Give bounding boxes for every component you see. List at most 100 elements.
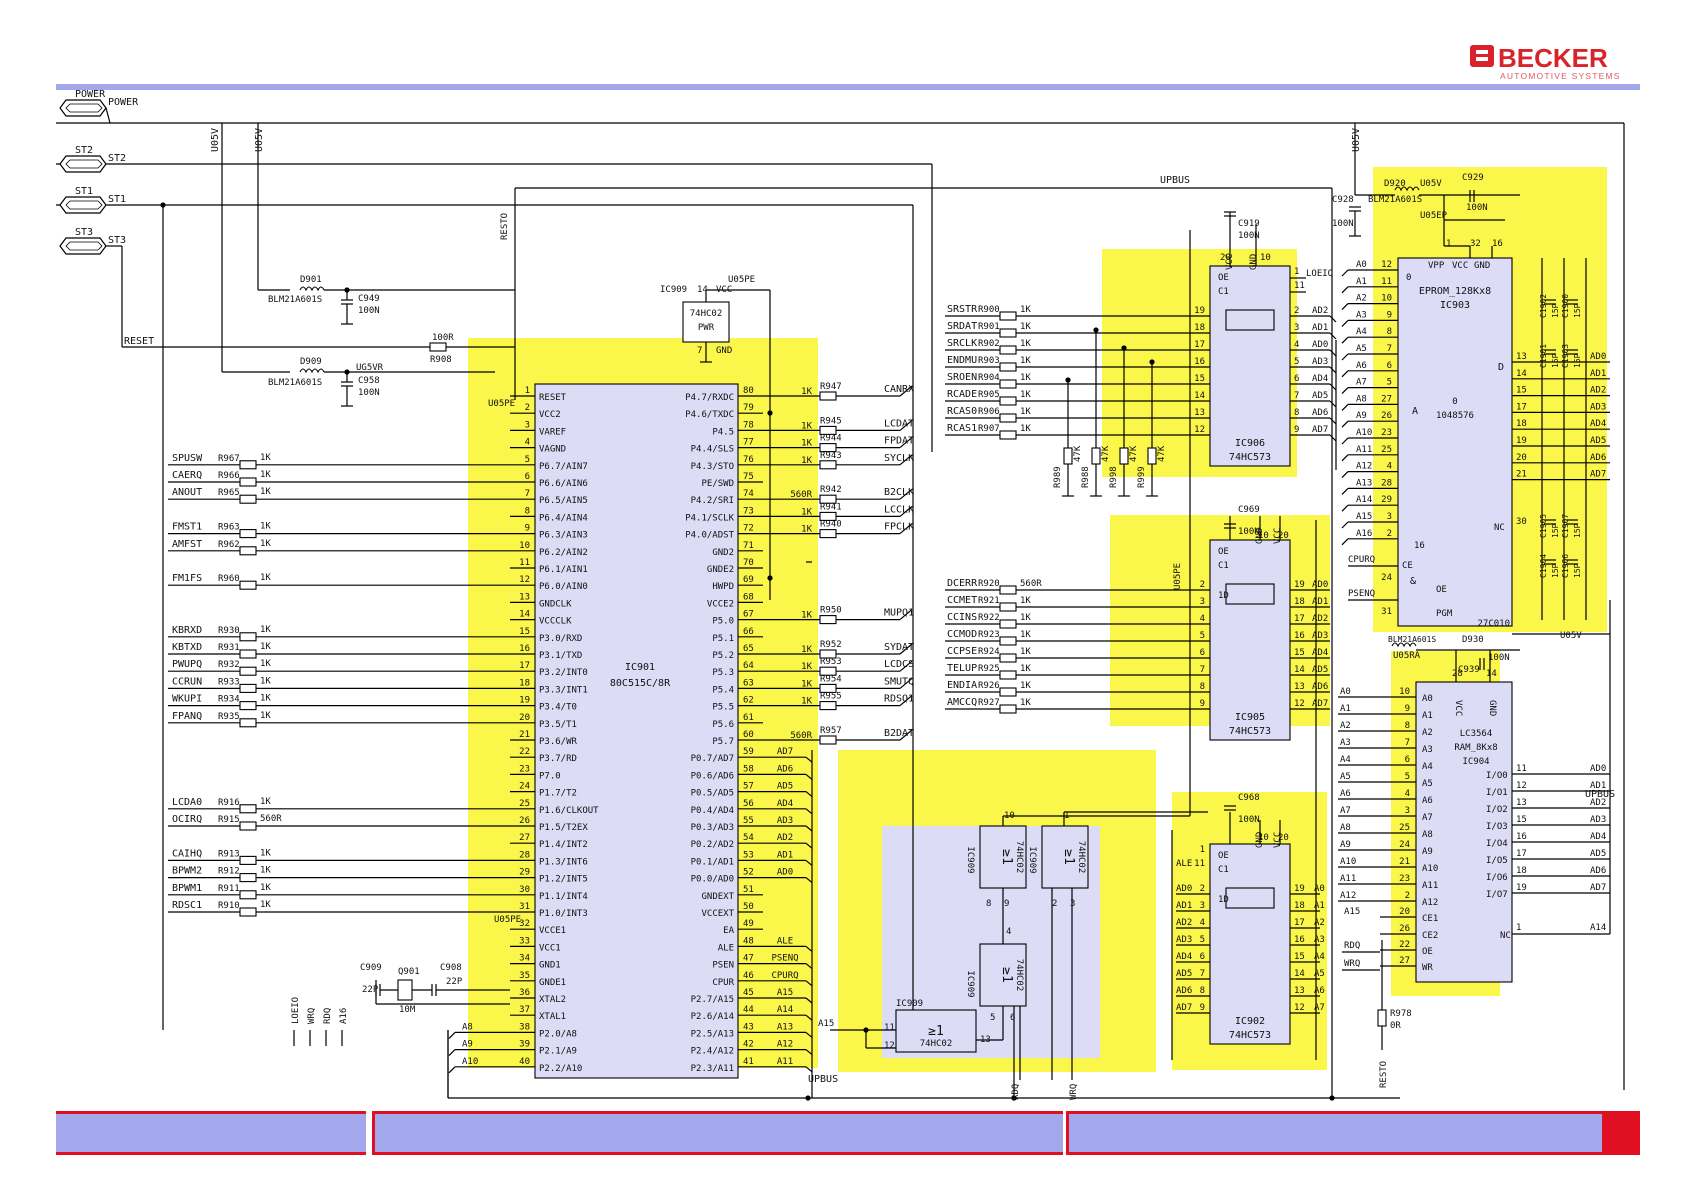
ic903-data-net: AD2 — [1590, 386, 1606, 396]
gate-4-part: 74HC02 — [920, 1039, 953, 1049]
ic901-pin-name: P2.5/A13 — [691, 1029, 734, 1039]
ic904-data-net: AD5 — [1590, 849, 1606, 859]
ic903-data-net: AD3 — [1590, 402, 1606, 412]
ic901-pin-number: 12 — [519, 575, 530, 585]
junction-dot — [1065, 377, 1071, 383]
c928-val: 100N — [1332, 219, 1354, 229]
ic901-pin-name: P3.4/T0 — [539, 703, 577, 713]
ic901-pin-number: 47 — [743, 954, 754, 964]
resistor-r930 — [239, 632, 257, 642]
u05v-label: U05V — [210, 128, 221, 152]
resistor-val: 1K — [260, 625, 271, 635]
latch-pin: 6 — [1200, 648, 1205, 658]
ic904-pin: 18 — [1516, 866, 1527, 876]
latch-pin: 15 — [1194, 374, 1205, 384]
ic901-pin-number: 67 — [743, 610, 754, 620]
ic901-pin-name: P2.1/A9 — [539, 1047, 577, 1057]
ic904-pin: 22 — [1399, 940, 1410, 950]
ic901-pin-name: P5.4 — [712, 685, 734, 695]
ic904-control: WR — [1422, 963, 1433, 973]
ic904-addr-name: A9 — [1422, 847, 1433, 857]
r978-val: 0R — [1390, 1021, 1401, 1031]
ic901-pin-number: 24 — [519, 782, 530, 792]
resistor-val: 560R — [790, 731, 812, 741]
ic901-pin-number: 2 — [525, 403, 530, 413]
resistor-r924 — [999, 653, 1017, 663]
resistor-val: 1K — [260, 848, 271, 858]
ic901-pin-name: P0.1/AD1 — [691, 857, 734, 867]
ic901-pin-name: EA — [723, 926, 734, 936]
u05pe-label: U05PE — [488, 399, 515, 409]
ic902-part: 74HC573 — [1229, 1030, 1271, 1041]
signal-net: FPDAT — [884, 436, 914, 447]
input-net: RCAS1 — [947, 423, 977, 434]
ic901-pin-number: 38 — [519, 1022, 530, 1032]
ic904-addr-name: A6 — [1422, 796, 1433, 806]
rdq-label: RDQ — [1011, 1084, 1021, 1100]
ic905-ref: IC905 — [1235, 712, 1265, 723]
ic904-io-name: I/O1 — [1486, 788, 1508, 798]
ic904-io-name: I/O0 — [1486, 771, 1508, 781]
signal-net: FPCLK — [884, 522, 914, 533]
c909-val: 22P — [362, 985, 379, 995]
ic902-c1: C1 — [1218, 865, 1229, 875]
ic903-body — [1397, 257, 1513, 627]
ic901-pin-number: 59 — [743, 747, 754, 757]
c968-val: 100N — [1238, 815, 1260, 825]
ic904-pin: 25 — [1399, 823, 1410, 833]
d901-label: D901 — [300, 275, 322, 285]
ic904-ref: IC904 — [1462, 757, 1489, 767]
resistor-r978 — [1377, 1009, 1387, 1027]
resistor-r921 — [999, 602, 1017, 612]
c958-label: C958 — [358, 376, 380, 386]
ic903-d: D — [1498, 362, 1504, 373]
ic904-control: CE2 — [1422, 931, 1438, 941]
u05pe-label: U05PE — [494, 915, 521, 925]
decoupling-ref: C1904 — [1539, 554, 1548, 578]
input-net: FPANQ — [172, 711, 202, 722]
ic901-pin-number: 49 — [743, 919, 754, 929]
ic906-pin: 11 — [1294, 281, 1305, 291]
ic903-addr-net: A6 — [1356, 361, 1367, 371]
ic901-pin-number: 57 — [743, 782, 754, 792]
resistor-val: 1K — [1020, 698, 1031, 708]
address-net: A9 — [462, 1040, 473, 1050]
r908-label: R908 — [430, 355, 452, 365]
ic903-pin: 5 — [1387, 378, 1392, 388]
latch-a: A4 — [1314, 952, 1325, 962]
ic903-zero: 0 — [1406, 273, 1411, 283]
ic904-pin: 8 — [1405, 721, 1410, 731]
wire — [1329, 315, 1337, 323]
latch-ad: AD0 — [1312, 580, 1328, 590]
resistor-ref: R952 — [820, 640, 842, 650]
bus-net: A15 — [777, 988, 793, 998]
ic902-pin: 11 — [1194, 859, 1205, 869]
ic901-pin-name: P0.0/AD0 — [691, 875, 734, 885]
latch-pin: 9 — [1294, 425, 1299, 435]
latch-ad: AD4 — [1312, 374, 1328, 384]
ic909-pin: 14 — [697, 285, 708, 295]
gate-pin: 11 — [884, 1023, 895, 1033]
ic904-pin: 26 — [1399, 924, 1410, 934]
pulldown-ref: R989 — [1053, 466, 1063, 488]
junction-dot — [767, 410, 773, 416]
ic904-addr-name: A10 — [1422, 864, 1438, 874]
resistor-val: 1K — [260, 487, 271, 497]
ic901-pin-number: 19 — [519, 696, 530, 706]
ic901-pin-name: P4.0/ADST — [685, 531, 734, 541]
latch-pin: 18 — [1194, 323, 1205, 333]
wire — [1341, 353, 1349, 361]
resistor-r934 — [239, 701, 257, 711]
ic901-pin-name: P4.2/SRI — [691, 496, 734, 506]
latch-pin: 8 — [1294, 408, 1299, 418]
resistor-ref: R967 — [218, 454, 240, 464]
ic901-pin-name: P4.5 — [712, 427, 734, 437]
resistor-val: 1K — [1020, 373, 1031, 383]
resistor-ref: R906 — [978, 407, 1000, 417]
latch-ad: AD7 — [1312, 699, 1328, 709]
pulldown-ref: R998 — [1109, 466, 1119, 488]
resistor-r931 — [239, 649, 257, 659]
resistor-ref: R933 — [218, 677, 240, 687]
resistor-r932 — [239, 666, 257, 676]
connector-net: ST3 — [108, 235, 126, 246]
